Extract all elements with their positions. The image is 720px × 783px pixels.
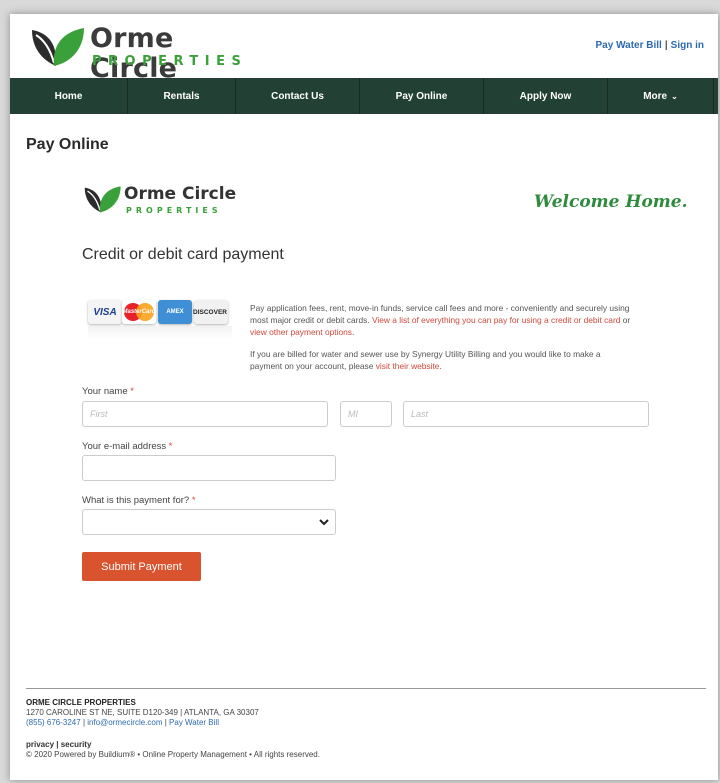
footer-copyright: © 2020 Powered by Buildium® • Online Pro… [26,750,320,759]
card-label: MasterCard [122,309,156,315]
view-other-options-link[interactable]: view other payment options [250,327,352,337]
form-heading: Credit or debit card payment [82,246,284,263]
description-text: . [439,361,442,371]
card-label: VISA [93,306,117,318]
first-name-input[interactable] [82,401,328,427]
chevron-down-icon: ⌄ [671,91,678,101]
page: Orme Circle PROPERTIES Pay Water Bill | Si… [10,14,718,780]
footer-pay-water-bill-link[interactable]: Pay Water Bill [169,718,219,727]
email-link[interactable]: info@ormecircle.com [87,718,162,727]
site-header: Orme Circle PROPERTIES Pay Water Bill | Si… [10,14,718,84]
nav-item-rentals[interactable]: Rentals [128,78,236,114]
security-link[interactable]: security [61,740,92,749]
required-mark: * [168,441,173,452]
nav-label: Rentals [163,90,200,102]
nav-label: Pay Online [395,90,448,102]
privacy-link[interactable]: privacy [26,740,54,749]
footer-company: ORME CIRCLE PROPERTIES [26,698,136,707]
footer-address: 1270 CAROLINE ST NE, SUITE D120-349 | AT… [26,708,259,717]
main-nav: Home Rentals Contact Us Pay Online Apply… [10,78,718,114]
nav-label: More [643,90,668,102]
payment-for-select[interactable] [82,509,336,535]
description-paragraph: Pay application fees, rent, move-in fund… [250,302,634,338]
link-separator: | [664,40,668,51]
nav-item-more[interactable]: More ⌄ [608,78,714,114]
payment-brand: Orme Circle PROPERTIES [82,182,262,222]
site-logo[interactable]: Orme Circle PROPERTIES [28,24,258,84]
nav-item-pay-online[interactable]: Pay Online [360,78,484,114]
visit-website-link[interactable]: visit their website [376,361,440,371]
footer-contact: (855) 676-3247 | info@ormecircle.com | P… [26,718,320,728]
email-label: Your e-mail address * [82,441,172,452]
description-text: . [351,327,355,337]
top-links: Pay Water Bill | Sign in [596,40,704,51]
welcome-tagline: Welcome Home. [534,192,688,212]
card-label: DISCOVER [193,308,227,316]
label-text: What is this payment for? [82,495,190,506]
nav-label: Contact Us [271,90,324,102]
last-name-input[interactable] [403,401,649,427]
card-label: AMEX [166,309,184,315]
description-text: or [620,315,631,325]
nav-item-contact-us[interactable]: Contact Us [236,78,360,114]
sign-in-link[interactable]: Sign in [671,40,704,51]
label-text: Your e-mail address [82,441,167,452]
card-logos: VISA MasterCard AMEX DISCOVER [88,294,232,344]
brand-name: Orme Circle [124,184,237,204]
footer-sep: | [54,740,61,749]
phone-link[interactable]: (855) 676-3247 [26,718,81,727]
email-field[interactable] [82,455,336,481]
pay-water-bill-link[interactable]: Pay Water Bill [596,40,662,51]
leaf-logo-icon [32,28,84,66]
submit-payment-button[interactable]: Submit Payment [82,552,201,581]
leaf-logo-icon [84,186,121,213]
site-footer: ORME CIRCLE PROPERTIES 1270 CAROLINE ST … [26,698,320,760]
mastercard-card-icon: MasterCard [122,300,156,324]
nav-label: Apply Now [519,90,572,102]
footer-legal-links: privacy | security [26,740,320,750]
middle-initial-input[interactable] [340,401,392,427]
logo-sub: PROPERTIES [92,54,248,69]
nav-item-home[interactable]: Home [10,78,128,114]
visa-card-icon: VISA [88,300,122,324]
brand-sub: PROPERTIES [126,206,222,215]
payment-for-label: What is this payment for? * [82,495,196,506]
payment-description: Pay application fees, rent, move-in fund… [250,302,634,382]
description-paragraph: If you are billed for water and sewer us… [250,348,634,372]
footer-divider [26,688,706,689]
required-mark: * [130,386,134,397]
chevron-down-icon [319,519,329,526]
discover-card-icon: DISCOVER [193,300,228,324]
amex-card-icon: AMEX [158,300,192,324]
view-list-link[interactable]: View a list of everything you can pay fo… [372,315,620,325]
label-text: Your name [82,386,128,397]
nav-item-apply-now[interactable]: Apply Now [484,78,608,114]
card-reflection [88,326,232,340]
name-label: Your name * [82,386,134,397]
page-title: Pay Online [26,136,109,153]
required-mark: * [191,495,196,506]
nav-label: Home [54,90,83,102]
